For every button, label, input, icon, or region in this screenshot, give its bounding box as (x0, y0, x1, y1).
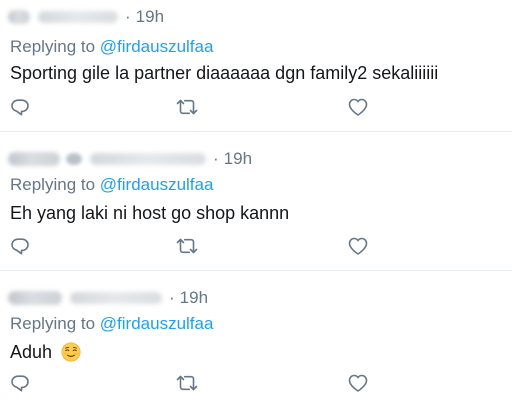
reply-tweet[interactable]: · 19h Replying to @firdauszulfaa Aduh (0, 271, 512, 407)
relieved-face-icon (61, 342, 81, 362)
redacted-display-name (8, 10, 30, 24)
redacted-username (38, 11, 118, 23)
redacted-username (70, 292, 162, 304)
mention-link[interactable]: @firdauszulfaa (100, 37, 214, 56)
tweet-header: · 19h (8, 6, 164, 28)
timestamp[interactable]: 19h (136, 7, 164, 27)
timestamp[interactable]: 19h (180, 288, 208, 308)
tweet-actions (0, 95, 512, 119)
separator-dot: · (169, 288, 175, 307)
separator-dot: · (213, 149, 219, 168)
tweet-actions (0, 234, 512, 258)
redacted-display-name (8, 291, 62, 305)
mention-link[interactable]: @firdauszulfaa (100, 175, 214, 194)
retweet-button[interactable] (175, 234, 199, 258)
reply-button[interactable] (8, 371, 32, 395)
reply-button[interactable] (8, 95, 32, 119)
timestamp[interactable]: 19h (224, 149, 252, 169)
redacted-badge-icon (66, 153, 82, 165)
replying-to-label: Replying to (10, 175, 96, 194)
separator-dot: · (125, 7, 131, 26)
reply-feed: · 19h Replying to @firdauszulfaa Sportin… (0, 0, 512, 407)
retweet-button[interactable] (175, 371, 199, 395)
redacted-display-name (8, 152, 60, 166)
like-button[interactable] (346, 95, 370, 119)
reply-icon (11, 99, 29, 116)
tweet-text: Sporting gile la partner diaaaaaa dgn fa… (10, 63, 439, 83)
tweet-actions (0, 371, 512, 395)
reply-button[interactable] (8, 234, 32, 258)
retweet-icon (176, 238, 198, 254)
heart-icon (348, 98, 368, 116)
replying-to-label: Replying to (10, 314, 96, 333)
tweet-header: · 19h (8, 148, 252, 170)
replying-to-label: Replying to (10, 37, 96, 56)
reply-tweet[interactable]: · 19h Replying to @firdauszulfaa Sportin… (0, 0, 512, 132)
mention-link[interactable]: @firdauszulfaa (100, 314, 214, 333)
replying-to-line: Replying to @firdauszulfaa (10, 37, 213, 57)
reply-tweet[interactable]: · 19h Replying to @firdauszulfaa Eh yang… (0, 132, 512, 271)
heart-icon (348, 237, 368, 255)
reply-icon (11, 238, 29, 255)
retweet-icon (176, 99, 198, 115)
heart-icon (348, 374, 368, 392)
like-button[interactable] (346, 371, 370, 395)
redacted-username (90, 153, 206, 165)
reply-icon (11, 375, 29, 392)
retweet-icon (176, 375, 198, 391)
tweet-text: Aduh (10, 342, 53, 362)
retweet-button[interactable] (175, 95, 199, 119)
tweet-text: Eh yang laki ni host go shop kannn (10, 203, 290, 223)
replying-to-line: Replying to @firdauszulfaa (10, 175, 213, 195)
tweet-header: · 19h (8, 287, 208, 309)
replying-to-line: Replying to @firdauszulfaa (10, 314, 213, 334)
like-button[interactable] (346, 234, 370, 258)
tweet-text-line: Aduh (10, 342, 81, 363)
